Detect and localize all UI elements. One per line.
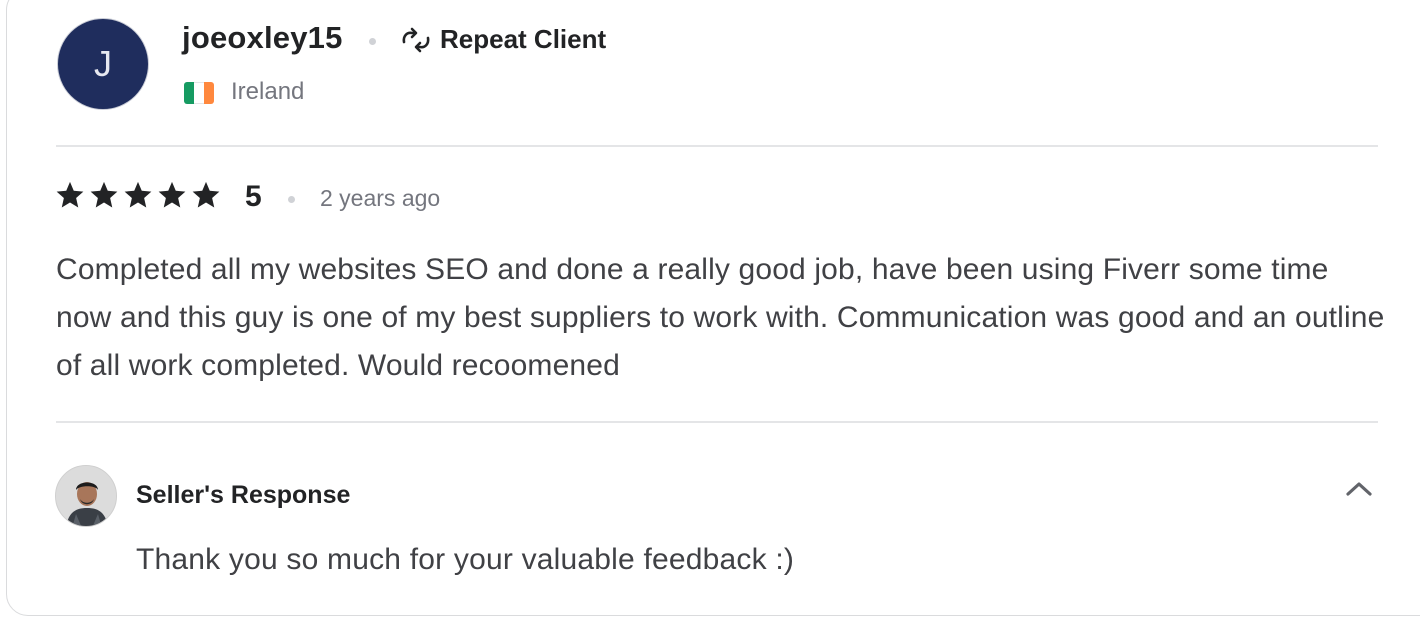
repeat-client-badge: Repeat Client — [400, 24, 606, 55]
review-time: 2 years ago — [320, 185, 441, 211]
ireland-flag-icon — [184, 82, 214, 104]
divider — [56, 145, 1378, 147]
repeat-icon — [402, 27, 430, 52]
separator-dot — [288, 196, 295, 203]
reviewer-country: Ireland — [231, 78, 305, 105]
seller-response-text: Thank you so much for your valuable feed… — [136, 543, 795, 576]
star-icon — [192, 181, 220, 208]
star-icon — [56, 181, 84, 208]
review-text: Completed all my websites SEO and done a… — [56, 253, 1385, 382]
star-rating — [55, 180, 225, 210]
separator-dot — [369, 38, 376, 45]
reviewer-username[interactable]: joeoxley15 — [182, 20, 343, 56]
star-icon — [158, 181, 186, 208]
chevron-up-icon — [1346, 482, 1372, 496]
star-icon — [124, 181, 152, 208]
divider — [56, 421, 1378, 423]
collapse-response-button[interactable] — [1343, 476, 1375, 500]
seller-avatar — [55, 465, 117, 527]
avatar-initial: J — [94, 43, 112, 84]
seller-response-label: Seller's Response — [136, 481, 351, 509]
rating-value: 5 — [245, 180, 262, 213]
star-icon — [90, 181, 118, 208]
badge-label: Repeat Client — [440, 24, 607, 54]
reviewer-avatar: J — [57, 18, 149, 110]
